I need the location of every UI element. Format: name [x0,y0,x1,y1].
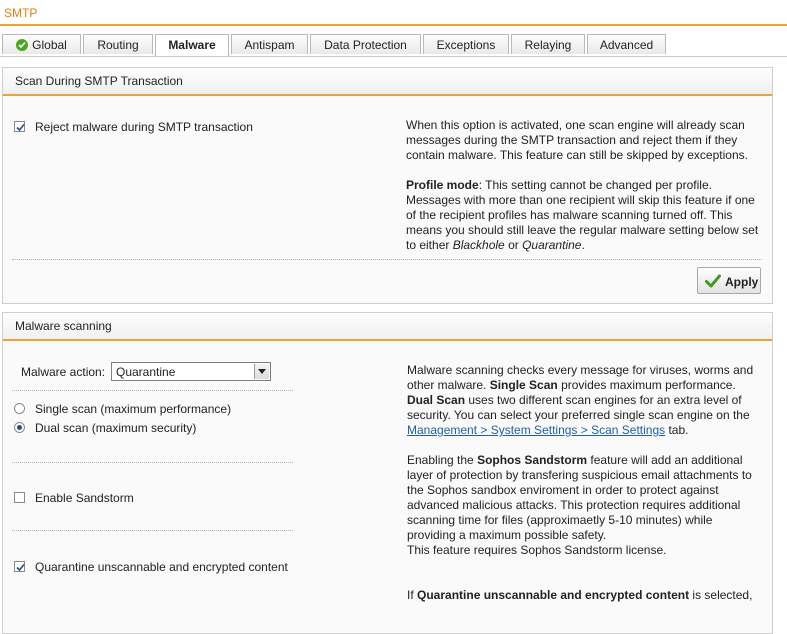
tab-antispam[interactable]: Antispam [231,34,308,54]
reject-malware-label[interactable]: Reject malware during SMTP transaction [35,120,253,134]
malware-help-paragraph-1: Malware scanning checks every message fo… [407,363,759,438]
profile-mode-label: Profile mode [406,178,479,192]
tab-bar: Global Routing Malware Antispam Data Pro… [0,34,787,57]
page-title-text: SMTP [4,6,38,20]
or-word: or [504,238,523,252]
sandstorm-license-note: This feature requires Sophos Sandstorm l… [407,543,667,557]
quarantine-unscannable-term: Quarantine unscannable and encrypted con… [417,588,690,602]
divider [12,462,293,463]
tab-data-protection[interactable]: Data Protection [310,34,421,54]
tab-advanced[interactable]: Advanced [587,34,666,54]
scan-help-paragraph: When this option is activated, one scan … [406,118,748,162]
single-scan-radio[interactable] [14,403,25,414]
scan-settings-link[interactable]: Management > System Settings > Scan Sett… [407,423,665,437]
tab-exceptions[interactable]: Exceptions [423,34,509,54]
malware-help-text: Malware scanning checks every message fo… [407,363,759,603]
dual-scan-radio[interactable] [14,422,25,433]
reject-malware-checkbox[interactable] [14,121,25,132]
apply-button[interactable]: Apply [697,267,761,294]
tab-malware[interactable]: Malware [155,34,229,56]
quarantine-unscannable-label[interactable]: Quarantine unscannable and encrypted con… [35,560,288,574]
apply-check-icon [705,274,721,288]
sandstorm-checkbox[interactable] [14,492,25,503]
malware-action-select[interactable]: Quarantine [111,362,271,381]
checkmark-icon [16,123,25,132]
sandstorm-term: Sophos Sandstorm [477,453,588,467]
quarantine-term: Quarantine [522,238,582,252]
divider [12,259,762,260]
tab-label: Relaying [524,38,572,52]
checkmark-icon [16,563,25,572]
malware-action-label: Malware action: [21,365,106,379]
tab-label: Routing [97,38,139,52]
divider [12,530,293,531]
tab-label: Advanced [599,38,654,52]
malware-help-paragraph-3: If Quarantine unscannable and encrypted … [407,588,759,603]
malware-help-paragraph-2: Enabling the Sophos Sandstorm feature wi… [407,453,759,543]
tab-relaying[interactable]: Relaying [511,34,585,54]
sandstorm-label[interactable]: Enable Sandstorm [35,491,134,505]
help-text: tab. [665,423,689,437]
tab-label: Malware [168,38,216,52]
ok-check-icon [16,39,29,51]
single-scan-term: Single Scan [489,378,558,392]
help-text: If [407,588,418,602]
dual-scan-label[interactable]: Dual scan (maximum security) [35,421,196,435]
period: . [581,238,585,252]
help-text: is selected, [689,588,753,602]
profile-mode-paragraph: Profile mode: This setting cannot be cha… [406,178,762,253]
tab-routing[interactable]: Routing [83,34,153,54]
divider [12,390,293,391]
panel-title: Malware scanning [3,313,772,341]
single-scan-label[interactable]: Single scan (maximum performance) [35,402,231,416]
chevron-down-icon[interactable] [254,364,269,379]
dual-scan-term: Dual Scan [407,393,466,407]
help-text: provides maximum performance. [557,378,736,392]
panel-title: Scan During SMTP Transaction [3,68,772,96]
page-title: SMTP [0,0,787,26]
select-value: Quarantine [116,365,176,379]
apply-label: Apply [725,275,759,289]
help-text: Enabling the [407,453,478,467]
tab-label: Data Protection [324,38,407,52]
tab-global[interactable]: Global [2,34,81,54]
tab-label: Global [32,38,67,52]
scan-help-text: When this option is activated, one scan … [406,118,762,253]
tab-label: Antispam [244,38,295,52]
quarantine-unscannable-checkbox[interactable] [14,561,25,572]
tab-label: Exceptions [436,38,496,52]
blackhole-term: Blackhole [452,238,505,252]
